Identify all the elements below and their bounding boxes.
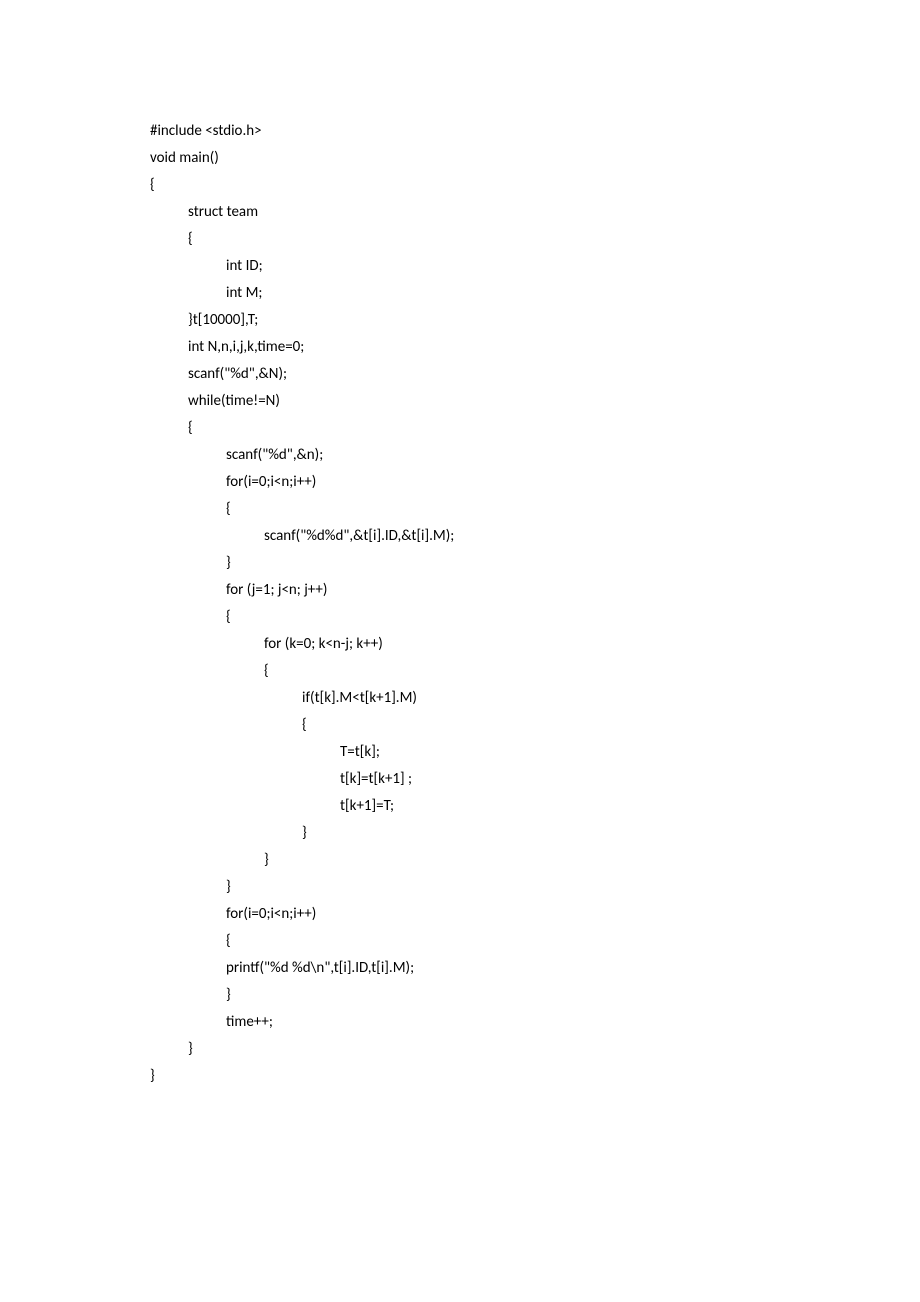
code-line: t[k]=t[k+1] ; <box>150 766 920 793</box>
code-line: T=t[k]; <box>150 739 920 766</box>
code-line: time++; <box>150 1009 920 1036</box>
code-line: void main() <box>150 145 920 172</box>
code-line: scanf("%d",&N); <box>150 361 920 388</box>
code-line: t[k+1]=T; <box>150 793 920 820</box>
code-line: } <box>150 847 920 874</box>
code-line: { <box>150 172 920 199</box>
code-line: }t[10000],T; <box>150 307 920 334</box>
code-line: for (j=1; j<n; j++) <box>150 577 920 604</box>
code-line: #include <stdio.h> <box>150 118 920 145</box>
code-line: } <box>150 982 920 1009</box>
code-line: { <box>150 226 920 253</box>
code-line: struct team <box>150 199 920 226</box>
code-line: { <box>150 928 920 955</box>
code-line: { <box>150 604 920 631</box>
code-line: { <box>150 712 920 739</box>
code-line: int ID; <box>150 253 920 280</box>
code-line: { <box>150 415 920 442</box>
code-line: int M; <box>150 280 920 307</box>
code-line: scanf("%d",&n); <box>150 442 920 469</box>
code-line: } <box>150 1063 920 1090</box>
code-line: for(i=0;i<n;i++) <box>150 469 920 496</box>
code-line: for(i=0;i<n;i++) <box>150 901 920 928</box>
code-line: for (k=0; k<n-j; k++) <box>150 631 920 658</box>
code-line: scanf("%d%d",&t[i].ID,&t[i].M); <box>150 523 920 550</box>
code-line: while(time!=N) <box>150 388 920 415</box>
code-line: } <box>150 874 920 901</box>
code-line: if(t[k].M<t[k+1].M) <box>150 685 920 712</box>
code-line: printf("%d %d\n",t[i].ID,t[i].M); <box>150 955 920 982</box>
code-line: int N,n,i,j,k,time=0; <box>150 334 920 361</box>
code-line: { <box>150 496 920 523</box>
code-line: { <box>150 658 920 685</box>
code-line: } <box>150 1036 920 1063</box>
code-line: } <box>150 820 920 847</box>
code-page: #include <stdio.h>void main(){struct tea… <box>0 0 920 1090</box>
code-line: } <box>150 550 920 577</box>
